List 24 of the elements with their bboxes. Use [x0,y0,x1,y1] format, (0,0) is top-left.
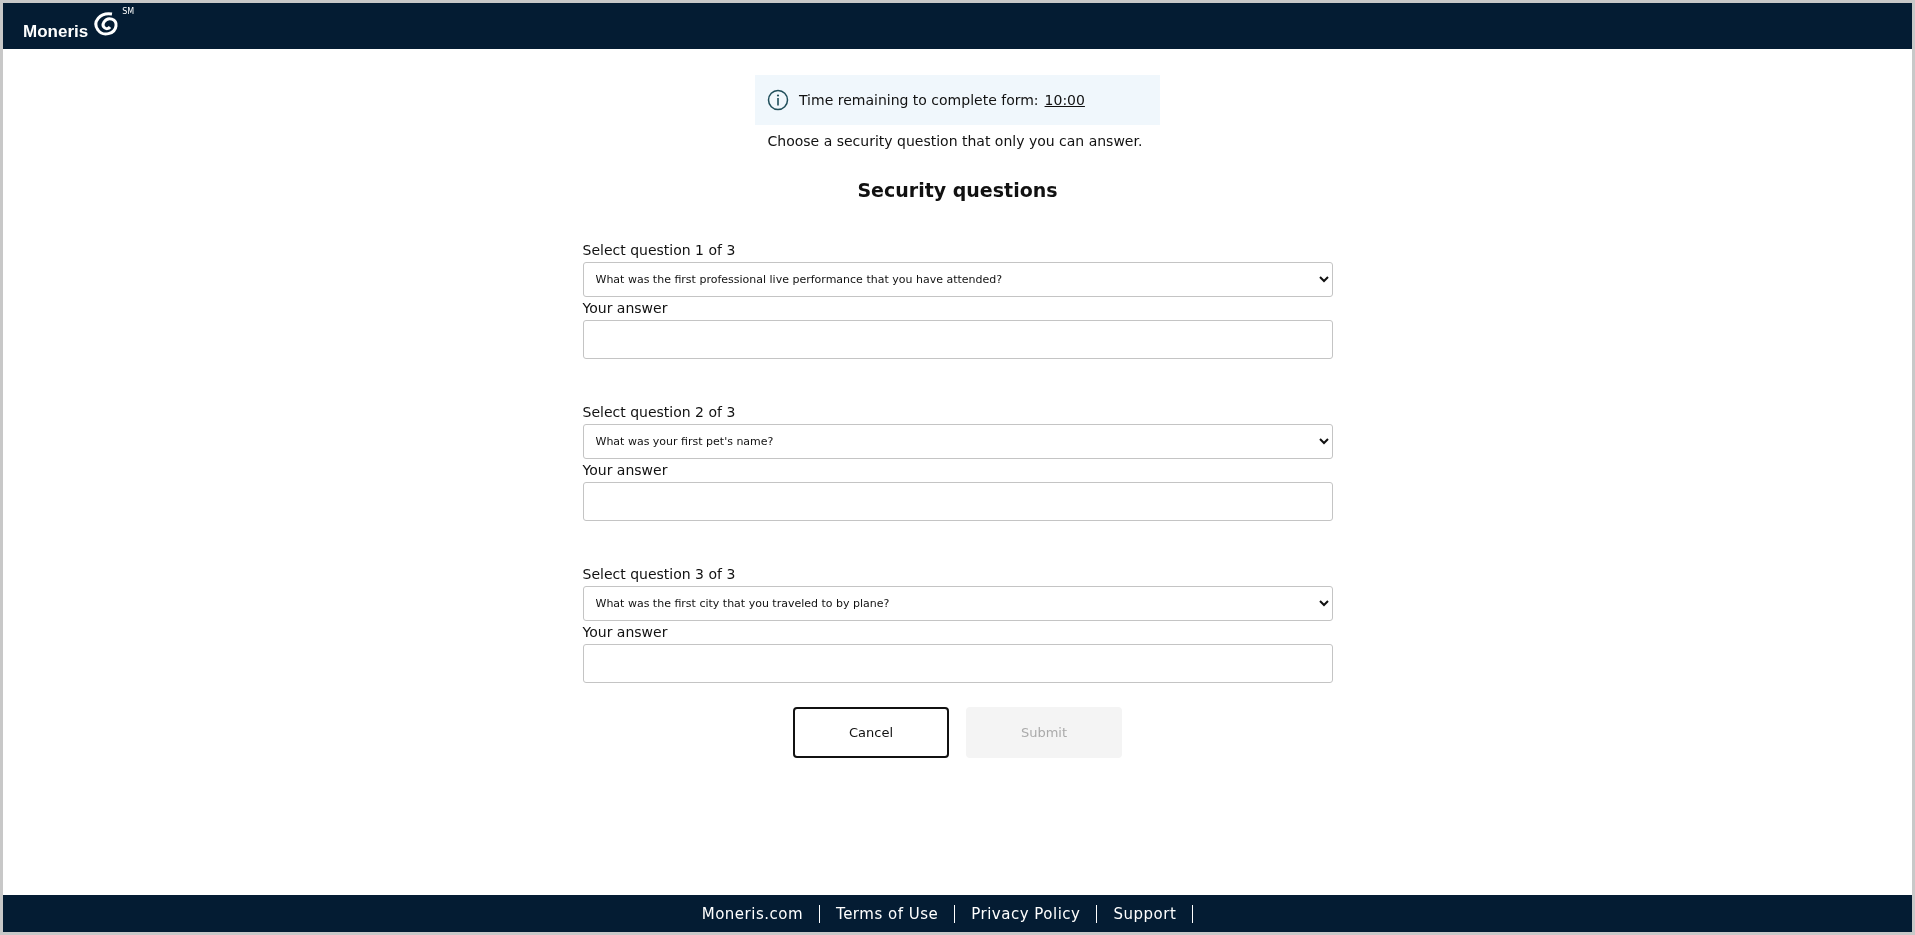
logo-text: Moneris [23,22,89,42]
question-label: Select question 2 of 3 [582,404,737,420]
footer-link[interactable]: Terms of Use [836,904,939,923]
answer-field[interactable] [582,320,1333,359]
question-select[interactable]: What was your first pet's name? [582,424,1333,459]
answer-label: Your answer [582,624,669,640]
answer-field[interactable] [582,482,1333,521]
footer-link[interactable]: Support [1113,904,1177,923]
question-select[interactable]: What was the first city that you traveled to by plane? [582,586,1333,621]
question-select[interactable]: What was the first professional live performance that you have attended? [582,262,1333,297]
answer-label: Your answer [582,300,669,316]
form-title: Security questions [857,179,1058,201]
answer-label: Your answer [582,462,669,478]
trademark-text: SM [122,7,135,16]
info-icon [767,89,789,111]
footer-link[interactable]: Moneris.com [701,904,804,923]
question-label: Select question 3 of 3 [582,566,737,582]
footer-link[interactable]: Privacy Policy [971,904,1081,923]
timer-value: 10:00 [1044,92,1085,108]
answer-field[interactable] [582,644,1333,683]
question-label: Select question 1 of 3 [582,242,737,258]
cancel-button[interactable]: Cancel [793,707,949,758]
timer-label: Time remaining to complete form: [799,92,1039,108]
intro-text: Choose a security question that only you can answer. [766,133,1144,149]
